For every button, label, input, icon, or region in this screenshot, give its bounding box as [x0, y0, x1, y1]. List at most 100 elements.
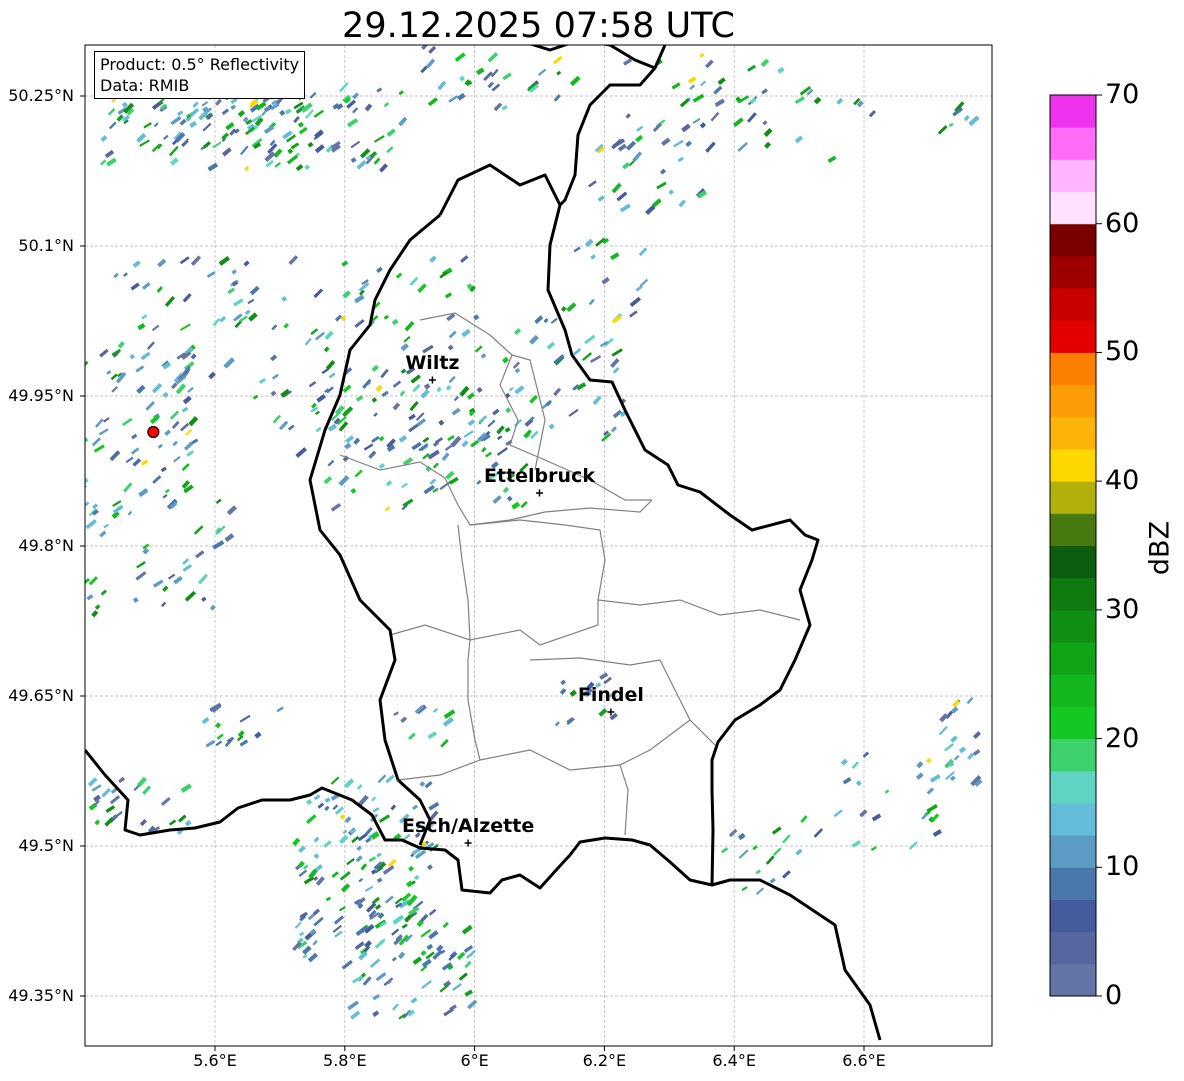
- echo-cell: [423, 383, 431, 390]
- echo-cell: [107, 108, 116, 116]
- echo-cell: [442, 716, 455, 727]
- echo-cell: [481, 446, 487, 453]
- echo-cell: [448, 330, 457, 339]
- echo-cell: [420, 389, 430, 399]
- city-label-findel: Findel: [577, 684, 644, 706]
- echo-cell: [123, 482, 133, 493]
- echo-cell: [681, 123, 691, 133]
- echo-cell: [772, 847, 782, 856]
- colorbar-segment: [1050, 642, 1096, 675]
- echo-cell: [588, 180, 597, 188]
- echo-cell: [813, 96, 822, 105]
- echo-cell: [132, 260, 141, 268]
- echo-cell: [737, 832, 746, 841]
- colorbar-segment: [1050, 513, 1096, 546]
- echo-cell: [399, 390, 406, 397]
- echo-cell: [713, 85, 723, 95]
- echo-cell: [136, 384, 146, 394]
- echo-cell: [679, 98, 690, 108]
- echo-cell: [502, 356, 509, 364]
- colorbar-segment: [1050, 674, 1096, 707]
- echo-cell: [330, 502, 342, 512]
- echo-cell: [323, 840, 332, 848]
- echo-cell: [546, 341, 556, 350]
- echo-cell: [795, 848, 803, 856]
- echo-cell: [141, 314, 148, 320]
- lat-tick-label: 49.95°N: [8, 386, 74, 405]
- echo-cell: [422, 436, 430, 443]
- echo-cell: [73, 375, 79, 381]
- echo-cell: [456, 951, 466, 960]
- echo-cell: [182, 293, 192, 303]
- echo-cell: [110, 373, 118, 381]
- echo-cell: [129, 353, 136, 360]
- echo-cell: [221, 108, 230, 116]
- echo-cell: [170, 116, 182, 126]
- echo-cell: [440, 738, 449, 748]
- echo-cell: [493, 102, 503, 112]
- echo-cell: [99, 348, 109, 358]
- echo-cell: [573, 348, 582, 356]
- echo-cell: [212, 540, 225, 550]
- echo-cell: [599, 672, 609, 680]
- lon-tick-label: 5.8°E: [323, 1051, 367, 1070]
- echo-cell: [371, 796, 377, 802]
- echo-cell: [303, 875, 315, 885]
- echo-cell: [189, 120, 198, 128]
- echo-cell: [445, 470, 455, 480]
- echo-cell: [99, 530, 107, 538]
- echo-cell: [392, 914, 405, 925]
- echo-cell: [747, 112, 757, 123]
- echo-cell: [573, 34, 580, 41]
- echo-cell: [339, 814, 346, 820]
- echo-cell: [113, 272, 119, 279]
- echo-cell: [438, 419, 445, 426]
- echo-cell: [315, 331, 325, 341]
- echo-cell: [193, 525, 204, 535]
- echo-cell: [351, 835, 360, 844]
- echo-cell: [327, 423, 338, 432]
- echo-cell: [408, 413, 416, 421]
- echo-cell: [365, 837, 372, 844]
- echo-cell: [391, 318, 399, 326]
- echo-cell: [423, 484, 435, 495]
- echo-cell: [372, 807, 380, 813]
- echo-cell: [610, 426, 617, 433]
- echo-cell: [463, 945, 474, 953]
- lon-tick-label: 5.6°E: [193, 1051, 237, 1070]
- echo-cell: [504, 427, 511, 433]
- echo-cell: [169, 145, 179, 157]
- colorbar-segment: [1050, 481, 1096, 514]
- echo-cell: [492, 495, 502, 504]
- colorbar-label: dBZ: [1144, 520, 1176, 576]
- echo-cell: [201, 101, 209, 107]
- echo-cell: [226, 505, 238, 516]
- echo-cell: [281, 296, 288, 302]
- echo-cell: [373, 135, 385, 143]
- echo-cell: [218, 256, 230, 266]
- echo-cell: [72, 471, 82, 480]
- echo-cell: [363, 443, 374, 451]
- echo-cell: [692, 117, 701, 124]
- echo-cell: [432, 462, 439, 469]
- echo-cell: [354, 319, 365, 328]
- echo-cell: [142, 785, 152, 795]
- echo-cell: [355, 855, 363, 863]
- echo-cell: [590, 354, 602, 363]
- echo-cell: [295, 447, 308, 458]
- echo-cell: [870, 846, 877, 852]
- echo-cell: [315, 426, 322, 433]
- echo-cell: [350, 140, 361, 149]
- echo-cell: [342, 829, 348, 835]
- echo-cell: [840, 758, 848, 766]
- echo-cell: [392, 402, 401, 411]
- colorbar-segment: [1050, 738, 1096, 772]
- echo-cell: [424, 781, 433, 789]
- city-label-wiltz: Wiltz: [405, 352, 460, 374]
- echo-cell: [104, 149, 115, 159]
- colorbar-segment: [1050, 384, 1096, 418]
- echo-cell: [362, 976, 372, 986]
- echo-cell: [626, 140, 636, 151]
- echo-cell: [378, 814, 391, 823]
- echo-cell: [461, 440, 469, 448]
